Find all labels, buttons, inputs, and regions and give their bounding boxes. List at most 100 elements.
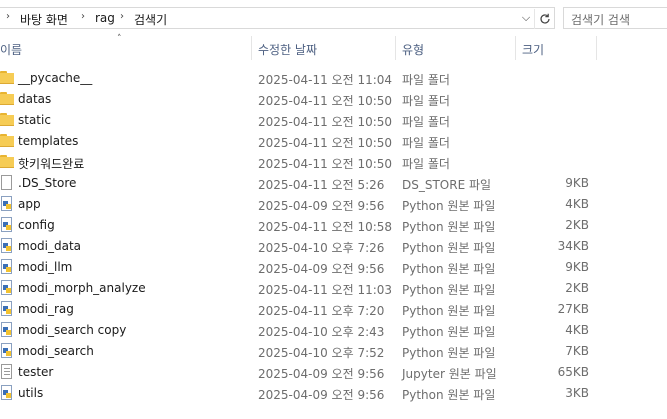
file-name: modi_search copy (18, 323, 127, 337)
file-name: modi_morph_analyze (18, 281, 146, 295)
folder-icon (0, 155, 14, 168)
file-size: 9KB (565, 260, 589, 274)
column-header-type[interactable]: 유형 (396, 36, 515, 60)
breadcrumb-rag[interactable]: rag (95, 11, 115, 25)
column-header-modified[interactable]: 수정한 날짜 (252, 36, 395, 60)
file-row[interactable]: config 2025-04-11 오전 10:58 Python 원본 파일 2KB (0, 215, 667, 236)
file-type: Python 원본 파일 (402, 346, 496, 360)
file-size: 3KB (565, 386, 589, 400)
python-file-icon (1, 259, 12, 274)
file-size: 65KB (557, 365, 589, 379)
file-modified: 2025-04-11 오전 10:50 (258, 115, 393, 129)
file-modified: 2025-04-10 오후 2:43 (258, 325, 385, 339)
file-modified: 2025-04-10 오후 7:52 (258, 346, 385, 360)
address-bar[interactable]: › 바탕 화면 › rag › 검색기 ⌵ (0, 7, 555, 29)
file-size: 2KB (565, 218, 589, 232)
file-row[interactable]: __pycache__ 2025-04-11 오전 11:04 파일 폴더 (0, 68, 667, 89)
python-file-icon (1, 322, 12, 337)
file-type: Python 원본 파일 (402, 220, 496, 234)
file-row[interactable]: 핫키워드완료 2025-04-11 오전 10:50 파일 폴더 (0, 152, 667, 173)
column-label: 이름 (0, 43, 23, 57)
file-modified: 2025-04-11 오전 10:50 (258, 157, 393, 171)
python-file-icon (1, 238, 12, 253)
file-type: Python 원본 파일 (402, 325, 496, 339)
breadcrumb-search-folder[interactable]: 검색기 (134, 11, 167, 28)
file-modified: 2025-04-09 오전 9:56 (258, 388, 385, 402)
python-file-icon (1, 301, 12, 316)
refresh-button[interactable] (534, 9, 554, 29)
file-name: utils (18, 386, 44, 400)
file-type: 파일 폴더 (402, 115, 450, 129)
column-label: 크기 (522, 43, 545, 57)
file-name: modi_llm (18, 260, 73, 274)
address-row: › 바탕 화면 › rag › 검색기 ⌵ 검색기 검색 (0, 0, 667, 36)
file-size: 4KB (565, 197, 589, 211)
file-modified: 2025-04-10 오후 7:26 (258, 241, 385, 255)
column-divider[interactable] (596, 36, 597, 60)
file-modified: 2025-04-09 오전 9:56 (258, 367, 385, 381)
file-type: 파일 폴더 (402, 94, 450, 108)
file-name: static (18, 113, 51, 127)
file-modified: 2025-04-11 오전 11:04 (258, 73, 393, 87)
file-type: Python 원본 파일 (402, 388, 496, 402)
folder-icon (0, 71, 14, 84)
folder-icon (0, 134, 14, 147)
breadcrumb-desktop[interactable]: 바탕 화면 (20, 11, 68, 28)
column-header-size[interactable]: 크기 (516, 36, 596, 60)
file-type: 파일 폴더 (402, 157, 450, 171)
file-row[interactable]: datas 2025-04-11 오전 10:50 파일 폴더 (0, 89, 667, 110)
search-box[interactable]: 검색기 검색 (563, 7, 667, 29)
file-modified: 2025-04-11 오전 10:50 (258, 136, 393, 150)
file-name: datas (18, 92, 52, 106)
file-modified: 2025-04-09 오전 9:56 (258, 262, 385, 276)
notebook-file-icon (1, 364, 12, 379)
file-size: 9KB (565, 176, 589, 190)
file-modified: 2025-04-11 오전 11:03 (258, 283, 393, 297)
file-size: 27KB (557, 302, 589, 316)
file-size: 2KB (565, 281, 589, 295)
file-type: Python 원본 파일 (402, 199, 496, 213)
file-row[interactable]: modi_data 2025-04-10 오후 7:26 Python 원본 파일 3… (0, 236, 667, 257)
address-dropdown-icon[interactable]: ⌵ (519, 11, 533, 27)
file-type: Jupyter 원본 파일 (402, 367, 497, 381)
file-row[interactable]: modi_rag 2025-04-11 오후 7:20 Python 원본 파일 27… (0, 299, 667, 320)
file-modified: 2025-04-11 오후 7:20 (258, 304, 385, 318)
file-type: Python 원본 파일 (402, 283, 496, 297)
python-file-icon (1, 343, 12, 358)
file-row[interactable]: modi_search copy 2025-04-10 오후 2:43 Python… (0, 320, 667, 341)
file-size: 34KB (557, 239, 589, 253)
file-row[interactable]: utils 2025-04-09 오전 9:56 Python 원본 파일 3KB (0, 383, 667, 404)
breadcrumb-chevron-icon[interactable]: › (81, 11, 85, 22)
column-label: 수정한 날짜 (258, 43, 318, 57)
file-name: 핫키워드완료 (18, 157, 85, 171)
search-placeholder: 검색기 검색 (571, 13, 631, 27)
column-header-name[interactable]: ˄ 이름 (0, 34, 251, 60)
file-type: 파일 폴더 (402, 136, 450, 150)
file-row[interactable]: modi_llm 2025-04-09 오전 9:56 Python 원본 파일 9K… (0, 257, 667, 278)
python-file-icon (1, 217, 12, 232)
breadcrumb-chevron-icon[interactable]: › (6, 11, 10, 22)
file-type: Python 원본 파일 (402, 241, 496, 255)
file-row[interactable]: modi_morph_analyze 2025-04-11 오전 11:03 Pyt… (0, 278, 667, 299)
file-type: 파일 폴더 (402, 73, 450, 87)
file-modified: 2025-04-09 오전 9:56 (258, 199, 385, 213)
file-name: .DS_Store (18, 176, 77, 190)
file-name: __pycache__ (18, 71, 93, 85)
file-row[interactable]: static 2025-04-11 오전 10:50 파일 폴더 (0, 110, 667, 131)
sort-up-icon: ˄ (117, 34, 122, 44)
file-row[interactable]: templates 2025-04-11 오전 10:50 파일 폴더 (0, 131, 667, 152)
file-row[interactable]: modi_search 2025-04-10 오후 7:52 Python 원본 파… (0, 341, 667, 362)
file-row[interactable]: .DS_Store 2025-04-11 오전 5:26 DS_STORE 파일 9K… (0, 173, 667, 194)
file-row[interactable]: app 2025-04-09 오전 9:56 Python 원본 파일 4KB (0, 194, 667, 215)
python-file-icon (1, 280, 12, 295)
breadcrumb-chevron-icon[interactable]: › (120, 11, 124, 22)
file-icon (1, 175, 12, 190)
file-name: config (18, 218, 55, 232)
folder-icon (0, 113, 14, 126)
file-row[interactable]: tester 2025-04-09 오전 9:56 Jupyter 원본 파일 65K… (0, 362, 667, 383)
file-modified: 2025-04-11 오전 10:58 (258, 220, 393, 234)
python-file-icon (1, 385, 12, 400)
file-name: modi_search (18, 344, 94, 358)
file-name: modi_data (18, 239, 82, 253)
folder-icon (0, 92, 14, 105)
